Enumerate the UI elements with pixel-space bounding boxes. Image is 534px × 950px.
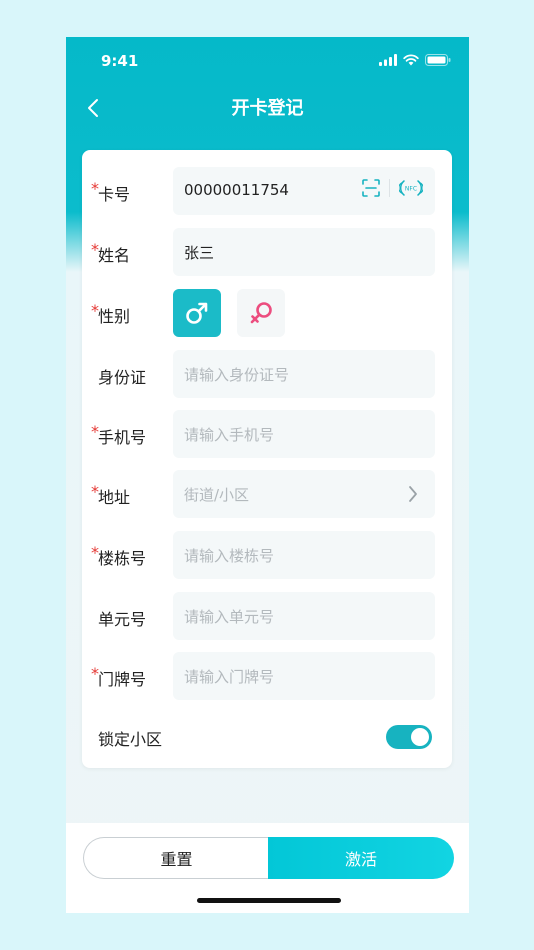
door-row: * 门牌号 请输入门牌号 [82,652,452,700]
unit-field[interactable]: 请输入单元号 [173,592,435,640]
name-field[interactable]: 张三 [173,228,435,276]
phone-label: 手机号 [98,428,147,447]
gender-label: 性别 [98,307,131,326]
form-card: * 卡号 00000011754 NFC * 姓名 张三 * 性别 身份证 请输… [82,150,452,768]
card-no-field[interactable]: 00000011754 NFC [173,167,435,215]
unit-label: 单元号 [98,610,147,629]
home-indicator [197,898,341,903]
reset-button[interactable]: 重置 [83,837,269,879]
phone-row: * 手机号 请输入手机号 [82,410,452,458]
signal-icon [379,54,397,66]
card-no-actions: NFC [362,179,423,197]
address-placeholder: 街道/小区 [184,486,250,504]
nfc-icon-text: NFC [405,186,417,193]
scan-icon[interactable] [362,179,380,197]
lock-community-label: 锁定小区 [98,730,163,749]
gender-row: * 性别 [82,289,452,337]
female-icon [250,302,272,324]
door-field[interactable]: 请输入门牌号 [173,652,435,700]
chevron-right-icon [409,486,417,502]
id-card-placeholder: 请输入身份证号 [184,366,290,384]
battery-icon [425,54,451,66]
id-card-label: 身份证 [98,368,147,387]
id-card-row: 身份证 请输入身份证号 [82,350,452,398]
activate-button[interactable]: 激活 [268,837,454,879]
building-row: * 楼栋号 请输入楼栋号 [82,531,452,579]
door-label: 门牌号 [98,670,147,689]
phone-placeholder: 请输入手机号 [184,426,275,444]
card-no-row: * 卡号 00000011754 NFC [82,167,452,215]
building-label: 楼栋号 [98,549,147,568]
lock-community-toggle[interactable] [386,725,432,749]
phone-screen: 9:41 开卡登记 * 卡号 00000011754 NFC * 姓名 张三 *… [66,37,469,913]
page-title: 开卡登记 [231,98,304,119]
nav-bar: 开卡登记 [66,85,469,131]
building-placeholder: 请输入楼栋号 [184,547,275,565]
status-bar: 9:41 [66,37,469,85]
status-icons [379,54,451,66]
lock-community-row: 锁定小区 [82,712,452,760]
gender-male-button[interactable] [173,289,221,337]
status-time: 9:41 [101,52,139,70]
unit-placeholder: 请输入单元号 [184,608,275,626]
gender-female-button[interactable] [237,289,285,337]
building-field[interactable]: 请输入楼栋号 [173,531,435,579]
name-row: * 姓名 张三 [82,228,452,276]
nfc-icon[interactable]: NFC [399,179,423,197]
id-card-field[interactable]: 请输入身份证号 [173,350,435,398]
card-no-label: 卡号 [98,185,131,204]
address-picker[interactable]: 街道/小区 [173,470,435,518]
door-placeholder: 请输入门牌号 [184,668,275,686]
male-icon [186,302,208,324]
unit-row: 单元号 请输入单元号 [82,592,452,640]
address-label: 地址 [98,488,131,507]
name-label: 姓名 [98,246,131,265]
wifi-icon [403,54,419,66]
icon-divider [389,179,390,197]
toggle-knob [411,728,429,746]
address-row: * 地址 街道/小区 [82,470,452,518]
name-value: 张三 [184,244,215,262]
phone-field[interactable]: 请输入手机号 [173,410,435,458]
card-no-value: 00000011754 [184,181,289,199]
